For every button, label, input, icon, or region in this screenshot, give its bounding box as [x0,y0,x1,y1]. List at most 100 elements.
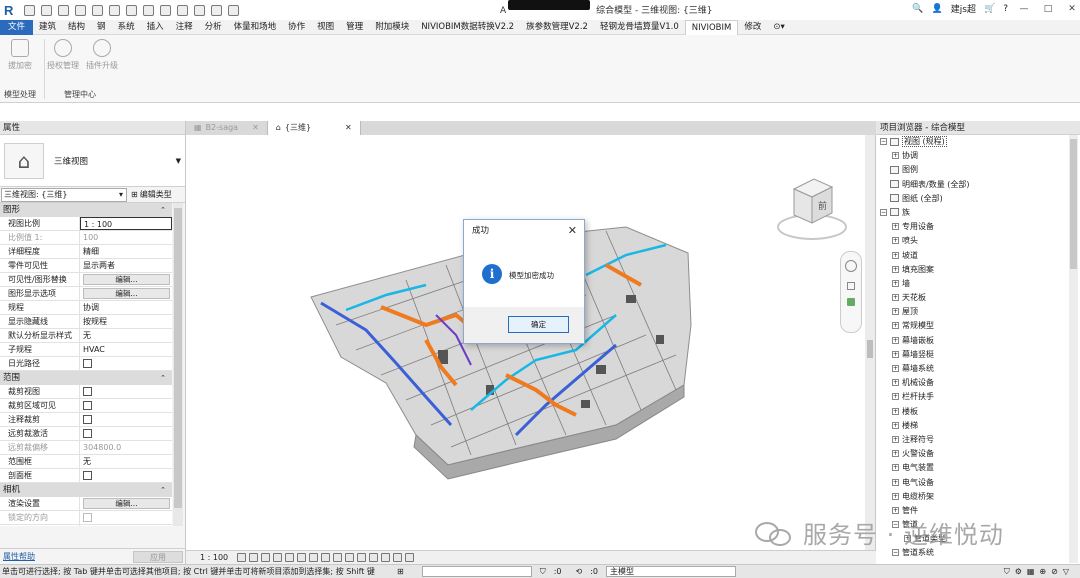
property-value[interactable]: 精细 [80,245,172,258]
measure-icon[interactable] [126,4,137,16]
section-icon[interactable] [194,4,205,16]
tab-steel-keel[interactable]: 轻钢龙骨墙算量V1.0 [594,20,685,35]
tree-item[interactable]: − 族 [876,206,1080,220]
tree-item[interactable]: + 填充图案 [876,263,1080,277]
checkbox[interactable] [83,429,92,438]
sun-path-icon[interactable] [261,553,271,562]
property-value[interactable] [80,357,172,370]
property-value[interactable] [80,427,172,440]
tab-family-params[interactable]: 族参数管理V2.2 [520,20,594,35]
collapse-icon[interactable]: ⌃ [160,203,166,217]
close-icon[interactable]: ✕ [345,121,352,135]
user-icon[interactable]: 👤 [932,4,943,14]
expand-icon[interactable]: + [892,407,899,415]
chevron-down-icon[interactable]: ▼ [176,157,181,165]
reveal-constraints-icon[interactable] [381,553,391,562]
expand-icon[interactable]: + [892,450,899,458]
ok-button[interactable]: 确定 [508,316,569,333]
tab-annotate[interactable]: 注释 [170,20,199,35]
expand-icon[interactable]: + [892,464,899,472]
checkbox[interactable] [83,513,92,522]
expand-icon[interactable]: + [892,237,899,245]
property-value[interactable]: 编辑... [80,497,172,510]
property-value[interactable]: 1 : 100 [80,217,172,230]
visual-style-icon[interactable] [249,553,259,562]
tab-massing[interactable]: 体量和场地 [228,20,283,35]
tree-item[interactable]: + 墙 [876,277,1080,291]
tree-item[interactable]: + 常规模型 [876,319,1080,333]
save-icon[interactable] [41,4,52,16]
tree-item[interactable]: + 机械设备 [876,376,1080,390]
tree-item[interactable]: 图例 [876,163,1080,177]
open-icon[interactable] [24,4,35,16]
property-value[interactable]: 按规程 [80,315,172,328]
collapse-icon[interactable]: ⌃ [160,483,166,497]
expand-icon[interactable]: + [892,435,899,443]
close-button[interactable]: ✕ [1064,4,1080,14]
workset-icon[interactable]: ⊞ [397,567,404,576]
property-category[interactable]: 范围 ⌃ [0,371,172,385]
collapse-icon[interactable]: − [892,549,899,557]
tab-niviobim[interactable]: NIVIOBIM [684,19,739,35]
selection-filter-icons[interactable]: ⛉⚙▦⊕⊘▽ [1004,567,1074,577]
dimension-icon[interactable] [143,4,154,16]
3d-view-icon[interactable] [177,4,188,16]
sync-status-icon[interactable]: ⟲ [576,567,583,576]
expand-icon[interactable]: + [892,379,899,387]
expand-icon[interactable]: + [892,350,899,358]
checkbox[interactable] [83,401,92,410]
tree-item[interactable]: + 坡道 [876,249,1080,263]
property-value[interactable]: 显示两者 [80,259,172,272]
tree-item[interactable]: + 幕墙竖梃 [876,348,1080,362]
tree-item[interactable]: + 幕墙嵌板 [876,334,1080,348]
reveal-hidden-icon[interactable] [345,553,355,562]
property-value[interactable] [80,399,172,412]
edit-button[interactable]: 编辑... [83,498,170,509]
collapse-icon[interactable]: − [880,138,887,145]
plugin-upgrade-button[interactable]: 插件升级 [83,39,121,71]
help-icon[interactable]: ? [1003,4,1008,14]
tab-3d-view[interactable]: ⌂ {三维} ✕ [267,121,361,135]
type-selector[interactable]: ⌂ 三维视图 ▼ [0,135,185,187]
tab-manage[interactable]: 管理 [340,20,369,35]
ribbon-options-icon[interactable]: ⊙▾ [767,20,790,35]
tree-item[interactable]: + 屋顶 [876,305,1080,319]
tab-modify[interactable]: 修改 [738,20,767,35]
expand-icon[interactable]: + [892,336,899,344]
redo-icon[interactable] [92,4,103,16]
checkbox[interactable] [83,415,92,424]
expand-icon[interactable]: + [892,223,899,231]
close-hidden-icon[interactable] [211,4,222,16]
switch-windows-icon[interactable] [228,4,239,16]
instance-filter-dropdown[interactable]: 三维视图: {三维} [1,187,127,202]
text-icon[interactable] [160,4,171,16]
collapse-icon[interactable]: − [880,208,887,216]
expand-icon[interactable]: + [892,421,899,429]
properties-scrollbar[interactable] [173,203,183,526]
tree-item[interactable]: + 注释符号 [876,433,1080,447]
tab-steel[interactable]: 钢 [91,20,112,35]
property-value[interactable]: 协调 [80,301,172,314]
sync-icon[interactable] [58,4,69,16]
view-scrollbar[interactable] [865,135,875,550]
property-value[interactable]: 编辑... [80,287,172,300]
decrypt-button[interactable]: 拔加密 [5,39,35,71]
tab-view[interactable]: 视图 [311,20,340,35]
property-value[interactable]: 编辑... [80,273,172,286]
expand-icon[interactable]: + [892,393,899,401]
tree-item[interactable]: + 电气设备 [876,476,1080,490]
tree-item[interactable]: 图纸 (全部) [876,192,1080,206]
analytical-model-icon[interactable] [357,553,367,562]
expand-icon[interactable]: + [892,506,899,514]
view-scale[interactable]: 1 : 100 [200,553,228,562]
expand-icon[interactable]: + [892,152,899,160]
tab-niviobim-convert[interactable]: NIVIOBIM数据转换V2.2 [415,20,520,35]
tree-item[interactable]: + 喷头 [876,234,1080,248]
expand-icon[interactable]: + [892,251,899,259]
steering-wheel-icon[interactable] [845,260,857,272]
property-category[interactable]: 相机 ⌃ [0,483,172,497]
property-value[interactable] [80,385,172,398]
property-value[interactable]: 无 [80,329,172,342]
render-icon[interactable] [285,553,295,562]
edit-button[interactable]: 编辑... [83,288,170,299]
